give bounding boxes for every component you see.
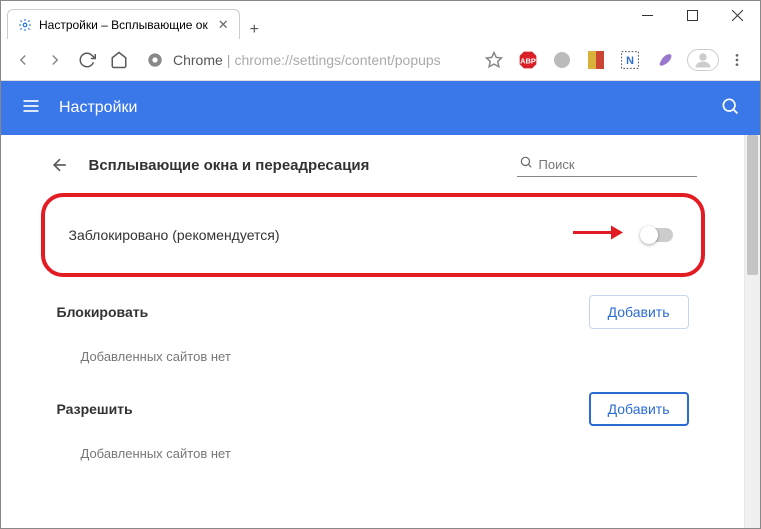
block-section-title: Блокировать: [57, 304, 149, 320]
tab-title: Настройки – Всплывающие ок: [39, 18, 208, 32]
new-tab-button[interactable]: +: [250, 21, 259, 39]
svg-text:N: N: [626, 55, 634, 67]
address-origin: Chrome: [173, 52, 223, 68]
bookmark-star-icon[interactable]: [484, 50, 504, 70]
browser-tab[interactable]: Настройки – Всплывающие ок ✕: [7, 9, 240, 39]
window-titlebar: Настройки – Всплывающие ок ✕ +: [1, 1, 760, 39]
profile-avatar-icon[interactable]: [693, 50, 713, 70]
toolbar: Chrome | chrome://settings/content/popup…: [1, 39, 760, 81]
nav-reload-button[interactable]: [73, 46, 101, 74]
block-empty-text: Добавленных сайтов нет: [57, 329, 689, 364]
address-bar[interactable]: Chrome | chrome://settings/content/popup…: [173, 52, 441, 68]
back-arrow-icon[interactable]: [49, 154, 71, 176]
content-area: Всплывающие окна и переадресация Заблоки…: [1, 135, 744, 528]
search-icon: [519, 155, 533, 174]
toggle-knob: [640, 226, 658, 244]
annotation-arrow-icon: [571, 223, 623, 248]
window-minimize-button[interactable]: [625, 1, 670, 29]
extension-icon-feather[interactable]: [654, 50, 674, 70]
block-add-button[interactable]: Добавить: [589, 295, 689, 329]
nav-home-button[interactable]: [105, 46, 133, 74]
search-field[interactable]: [517, 153, 697, 177]
blocked-toggle[interactable]: [641, 228, 673, 242]
vertical-scrollbar[interactable]: [744, 135, 760, 528]
allow-empty-text: Добавленных сайтов нет: [57, 426, 689, 461]
nav-forward-button: [41, 46, 69, 74]
header-search-icon[interactable]: [720, 96, 740, 121]
extension-icon-flag[interactable]: [586, 50, 606, 70]
page-title: Всплывающие окна и переадресация: [89, 157, 370, 174]
chrome-icon: [147, 52, 163, 68]
svg-text:ABP: ABP: [520, 56, 536, 65]
window-maximize-button[interactable]: [670, 1, 715, 29]
extension-icon-grey[interactable]: [552, 50, 572, 70]
search-input[interactable]: [539, 157, 695, 172]
settings-gear-icon: [18, 18, 32, 32]
address-path: chrome://settings/content/popups: [234, 52, 440, 68]
breadcrumb-row: Всплывающие окна и переадресация: [33, 153, 713, 187]
settings-header-title: Настройки: [59, 99, 137, 117]
hamburger-menu-icon[interactable]: [21, 96, 41, 121]
scrollbar-thumb[interactable]: [747, 135, 758, 275]
allow-section: Разрешить Добавить Добавленных сайтов не…: [33, 392, 713, 461]
allow-add-button[interactable]: Добавить: [589, 392, 689, 426]
extension-icon-n[interactable]: N: [620, 50, 640, 70]
nav-back-button[interactable]: [9, 46, 37, 74]
toggle-label: Заблокировано (рекомендуется): [69, 227, 280, 243]
tab-close-icon[interactable]: ✕: [218, 17, 229, 33]
allow-section-title: Разрешить: [57, 401, 133, 417]
settings-header: Настройки: [1, 81, 760, 135]
browser-menu-icon[interactable]: [727, 50, 747, 70]
window-close-button[interactable]: [715, 1, 760, 29]
highlighted-toggle-row: Заблокировано (рекомендуется): [41, 193, 705, 277]
block-section: Блокировать Добавить Добавленных сайтов …: [33, 295, 713, 364]
adblock-extension-icon[interactable]: ABP: [518, 50, 538, 70]
